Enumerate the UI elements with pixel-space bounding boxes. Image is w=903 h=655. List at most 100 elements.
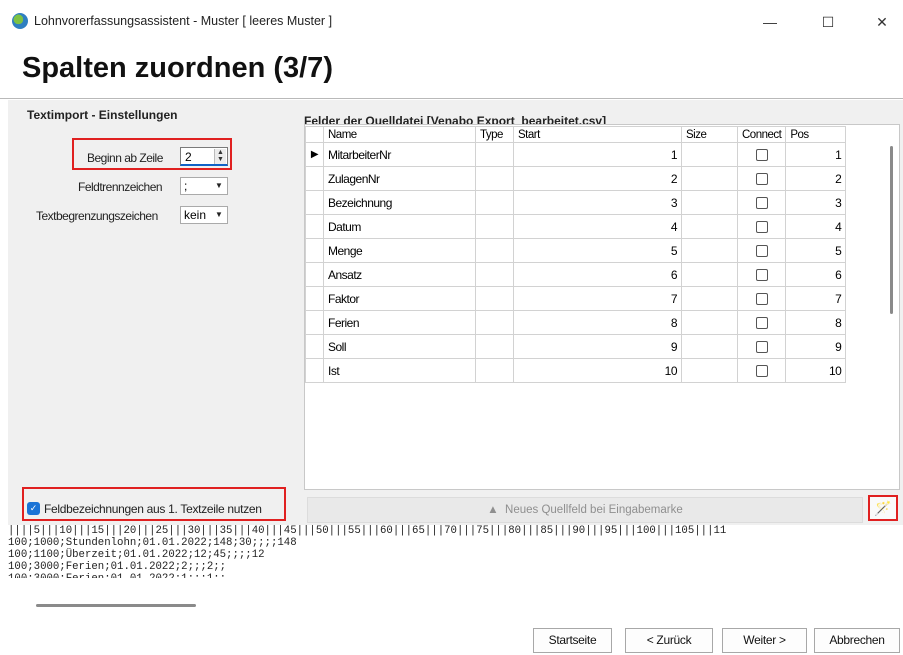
table-row[interactable]: Bezeichnung 3 3 xyxy=(305,190,847,215)
cell-name[interactable]: Menge xyxy=(323,238,476,263)
cell-type[interactable] xyxy=(475,166,514,191)
cell-connect[interactable] xyxy=(736,334,787,359)
table-row[interactable]: Faktor 7 7 xyxy=(305,286,847,311)
cell-name[interactable]: Ist xyxy=(323,358,476,383)
close-button[interactable]: ✕ xyxy=(860,8,903,36)
cell-type[interactable] xyxy=(475,190,514,215)
cell-connect[interactable] xyxy=(736,238,787,263)
checkbox-unchecked-icon[interactable] xyxy=(755,245,768,258)
checkbox-unchecked-icon[interactable] xyxy=(755,365,768,378)
checkbox-unchecked-icon[interactable] xyxy=(755,341,768,354)
checkbox-unchecked-icon[interactable] xyxy=(755,173,768,186)
cell-type[interactable] xyxy=(475,286,514,311)
cell-size[interactable] xyxy=(681,334,738,359)
cell-start[interactable]: 2 xyxy=(513,166,682,191)
cell-start[interactable]: 10 xyxy=(513,358,682,383)
cell-start[interactable]: 4 xyxy=(513,214,682,239)
cell-pos[interactable]: 1 xyxy=(785,142,847,167)
cell-type[interactable] xyxy=(475,214,514,239)
cell-size[interactable] xyxy=(681,358,738,383)
chevron-down-icon[interactable]: ▼ xyxy=(212,179,226,193)
checkbox-unchecked-icon[interactable] xyxy=(755,197,768,210)
cell-pos[interactable]: 6 xyxy=(785,262,847,287)
cell-pos[interactable]: 8 xyxy=(785,310,847,335)
cell-pos[interactable]: 7 xyxy=(785,286,847,311)
cell-connect[interactable] xyxy=(736,190,787,215)
maximize-button[interactable]: ☐ xyxy=(806,8,850,36)
cell-connect[interactable] xyxy=(736,142,787,167)
column-header-name[interactable]: Name xyxy=(323,126,476,143)
cell-pos[interactable]: 2 xyxy=(785,166,847,191)
preview-horizontal-scrollbar[interactable] xyxy=(36,604,196,607)
magic-wand-button[interactable]: 🪄 xyxy=(868,495,898,521)
cell-type[interactable] xyxy=(475,334,514,359)
cell-connect[interactable] xyxy=(736,166,787,191)
cell-connect[interactable] xyxy=(736,262,787,287)
text-delimiter-select[interactable]: kein ▼ xyxy=(180,206,228,224)
table-row[interactable]: Menge 5 5 xyxy=(305,238,847,263)
cell-type[interactable] xyxy=(475,310,514,335)
cell-pos[interactable]: 10 xyxy=(785,358,847,383)
table-row[interactable]: Datum 4 4 xyxy=(305,214,847,239)
cell-name[interactable]: Datum xyxy=(323,214,476,239)
file-preview[interactable]: ||||5|||10|||15|||20|||25|||30|||35|||40… xyxy=(8,525,903,598)
cell-pos[interactable]: 4 xyxy=(785,214,847,239)
cell-connect[interactable] xyxy=(736,286,787,311)
home-button[interactable]: Startseite xyxy=(533,628,612,653)
cell-start[interactable]: 3 xyxy=(513,190,682,215)
cell-name[interactable]: ZulagenNr xyxy=(323,166,476,191)
cell-start[interactable]: 9 xyxy=(513,334,682,359)
cell-size[interactable] xyxy=(681,142,738,167)
checkbox-unchecked-icon[interactable] xyxy=(755,317,768,330)
column-header-size[interactable]: Size xyxy=(681,126,738,143)
cell-name[interactable]: Faktor xyxy=(323,286,476,311)
cell-pos[interactable]: 3 xyxy=(785,190,847,215)
grid-vertical-scrollbar[interactable] xyxy=(890,146,893,314)
table-row[interactable]: Ist 10 10 xyxy=(305,358,847,383)
cell-size[interactable] xyxy=(681,286,738,311)
cell-size[interactable] xyxy=(681,214,738,239)
cell-name[interactable]: Ferien xyxy=(323,310,476,335)
cell-name[interactable]: Bezeichnung xyxy=(323,190,476,215)
cell-start[interactable]: 7 xyxy=(513,286,682,311)
next-button[interactable]: Weiter > xyxy=(722,628,807,653)
cell-type[interactable] xyxy=(475,358,514,383)
new-source-field-button[interactable]: ▲ Neues Quellfeld bei Eingabemarke xyxy=(307,497,863,523)
table-row[interactable]: ▶ MitarbeiterNr 1 1 xyxy=(305,142,847,167)
cell-size[interactable] xyxy=(681,190,738,215)
cell-connect[interactable] xyxy=(736,214,787,239)
checkbox-unchecked-icon[interactable] xyxy=(755,221,768,234)
column-header-type[interactable]: Type xyxy=(475,126,514,143)
table-row[interactable]: Ansatz 6 6 xyxy=(305,262,847,287)
cell-type[interactable] xyxy=(475,142,514,167)
cell-start[interactable]: 6 xyxy=(513,262,682,287)
cell-start[interactable]: 8 xyxy=(513,310,682,335)
cell-size[interactable] xyxy=(681,262,738,287)
table-row[interactable]: Ferien 8 8 xyxy=(305,310,847,335)
checkbox-unchecked-icon[interactable] xyxy=(755,149,768,162)
cell-pos[interactable]: 9 xyxy=(785,334,847,359)
checkbox-unchecked-icon[interactable] xyxy=(755,293,768,306)
checkbox-unchecked-icon[interactable] xyxy=(755,269,768,282)
minimize-button[interactable]: — xyxy=(748,8,792,36)
cell-size[interactable] xyxy=(681,310,738,335)
table-row[interactable]: ZulagenNr 2 2 xyxy=(305,166,847,191)
cancel-button[interactable]: Abbrechen xyxy=(814,628,900,653)
cell-name[interactable]: Ansatz xyxy=(323,262,476,287)
cell-pos[interactable]: 5 xyxy=(785,238,847,263)
cell-start[interactable]: 1 xyxy=(513,142,682,167)
column-header-pos[interactable]: Pos xyxy=(785,126,847,143)
table-row[interactable]: Soll 9 9 xyxy=(305,334,847,359)
back-button[interactable]: < Zurück xyxy=(625,628,713,653)
cell-name[interactable]: Soll xyxy=(323,334,476,359)
cell-connect[interactable] xyxy=(736,358,787,383)
cell-size[interactable] xyxy=(681,166,738,191)
cell-type[interactable] xyxy=(475,262,514,287)
cell-connect[interactable] xyxy=(736,310,787,335)
cell-name[interactable]: MitarbeiterNr xyxy=(323,142,476,167)
separator-select[interactable]: ; ▼ xyxy=(180,177,228,195)
cell-type[interactable] xyxy=(475,238,514,263)
column-header-connect[interactable]: Connect xyxy=(736,126,787,143)
column-header-start[interactable]: Start xyxy=(513,126,682,143)
cell-size[interactable] xyxy=(681,238,738,263)
